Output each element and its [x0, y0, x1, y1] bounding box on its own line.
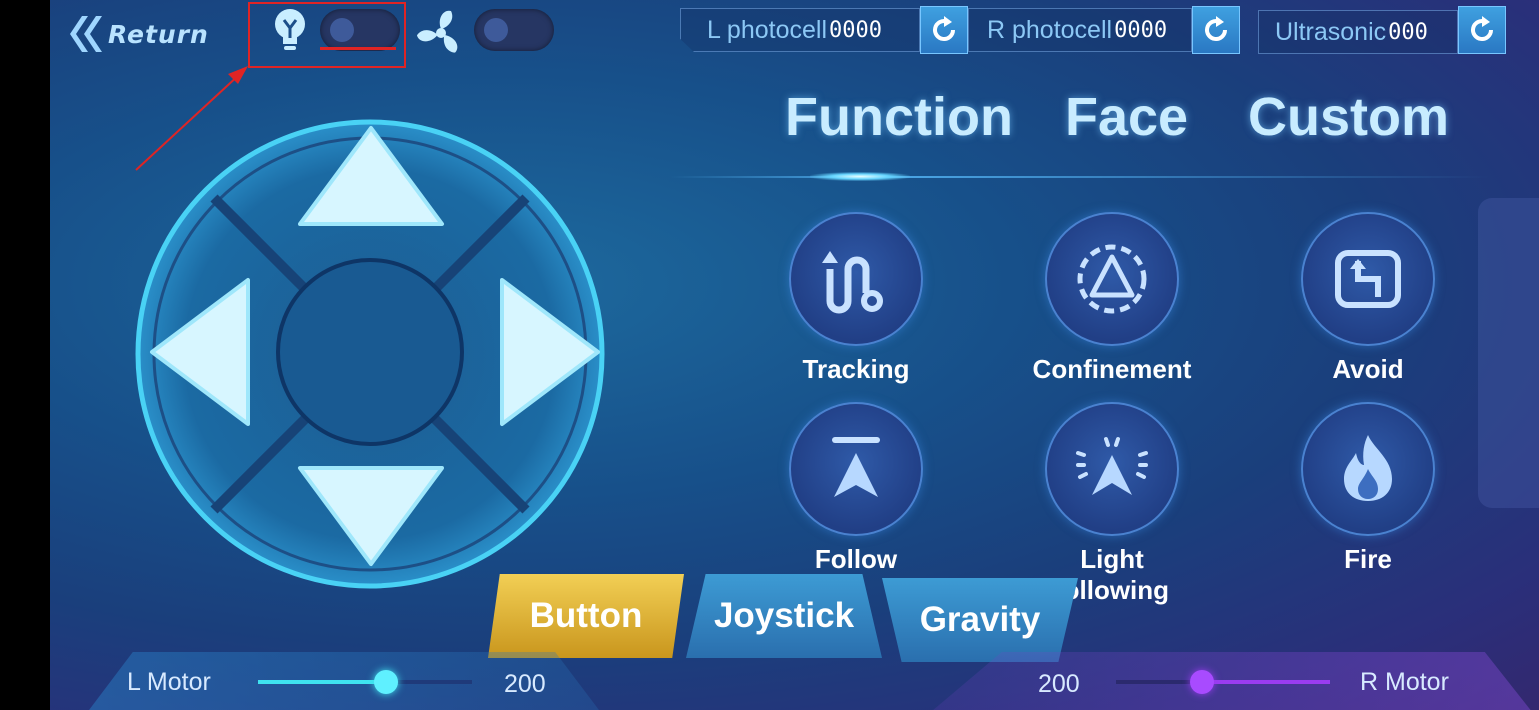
- fan-icon: [416, 10, 458, 53]
- tab-divider: [670, 176, 1490, 178]
- tab-function[interactable]: Function: [785, 86, 1013, 148]
- refresh-icon: [1205, 16, 1227, 41]
- fire-icon: [1344, 435, 1392, 501]
- l-motor-slider-fill: [258, 680, 387, 684]
- function-avoid[interactable]: Avoid: [1282, 212, 1454, 385]
- function-confinement[interactable]: Confinement: [1026, 212, 1198, 385]
- return-label: Return: [108, 19, 209, 49]
- mode-button-joystick[interactable]: Joystick: [686, 574, 882, 658]
- tracking-button-circle: [789, 212, 923, 346]
- back-chevron-icon: [70, 16, 102, 52]
- l-photocell-refresh-button[interactable]: [920, 6, 968, 54]
- r-motor-slider-thumb[interactable]: [1189, 670, 1214, 694]
- l-photocell-name: L photocell: [707, 15, 827, 44]
- arrow-up-button[interactable]: [296, 124, 446, 228]
- l-photocell-value: 0000: [829, 17, 882, 43]
- light-following-icon: [1076, 437, 1148, 495]
- r-photocell-value: 0000: [1114, 17, 1168, 43]
- follow-button-circle: [789, 402, 923, 536]
- avoid-icon: [1335, 250, 1401, 308]
- function-label: Tracking: [802, 354, 910, 384]
- ultrasonic-name: Ultrasonic: [1275, 17, 1387, 46]
- r-motor-slider-fill: [1201, 680, 1330, 684]
- l-motor-value: 200: [504, 670, 546, 698]
- ultrasonic-readout: Ultrasonic 000: [1258, 10, 1458, 54]
- side-panel-edge: [1478, 198, 1539, 508]
- l-motor-slider[interactable]: [258, 670, 472, 694]
- fan-toggle-knob: [484, 18, 508, 42]
- fire-button-circle: [1301, 402, 1435, 536]
- r-motor-label: R Motor: [1360, 668, 1449, 696]
- follow-icon: [832, 437, 880, 497]
- refresh-icon: [933, 16, 955, 41]
- r-photocell-refresh-button[interactable]: [1192, 6, 1240, 54]
- arrow-right-button[interactable]: [498, 276, 602, 428]
- return-button[interactable]: Return: [68, 10, 238, 58]
- ultrasonic-refresh-button[interactable]: [1458, 6, 1506, 54]
- r-photocell-readout: R photocell 0000: [968, 8, 1192, 52]
- light-following-button-circle: [1045, 402, 1179, 536]
- direction-pad: [128, 112, 612, 596]
- avoid-button-circle: [1301, 212, 1435, 346]
- r-photocell-name: R photocell: [987, 15, 1113, 44]
- tracking-icon: [822, 251, 883, 314]
- annotation-highlight-box: [248, 2, 406, 68]
- fan-toggle[interactable]: [474, 9, 554, 51]
- function-label: Fire: [1344, 544, 1392, 574]
- function-label: Follow: [814, 544, 898, 574]
- function-label: Confinement: [1032, 354, 1192, 384]
- mode-button-gravity[interactable]: Gravity: [882, 578, 1078, 662]
- tab-face[interactable]: Face: [1065, 86, 1188, 148]
- confinement-button-circle: [1045, 212, 1179, 346]
- app-screen: Return L photocell 0000 R photocell 0000…: [50, 0, 1539, 710]
- tab-custom[interactable]: Custom: [1248, 86, 1449, 148]
- l-motor-label: L Motor: [127, 668, 211, 696]
- ultrasonic-value: 000: [1388, 19, 1428, 45]
- confinement-icon: [1077, 244, 1147, 314]
- arrow-down-button[interactable]: [296, 464, 446, 568]
- l-photocell-readout: L photocell 0000: [680, 8, 920, 52]
- function-tracking[interactable]: Tracking: [770, 212, 942, 385]
- r-motor-value: 200: [1038, 670, 1080, 698]
- annotation-underline: [320, 47, 396, 50]
- arrow-left-button[interactable]: [148, 276, 252, 428]
- function-follow[interactable]: Follow: [770, 402, 942, 575]
- function-fire[interactable]: Fire: [1282, 402, 1454, 575]
- function-light-following[interactable]: Light following: [1026, 402, 1198, 606]
- r-motor-slider[interactable]: [1116, 670, 1330, 694]
- refresh-icon: [1471, 16, 1493, 41]
- mode-button-button[interactable]: Button: [488, 574, 684, 658]
- function-label: Avoid: [1332, 354, 1404, 384]
- active-tab-indicator: [810, 172, 910, 181]
